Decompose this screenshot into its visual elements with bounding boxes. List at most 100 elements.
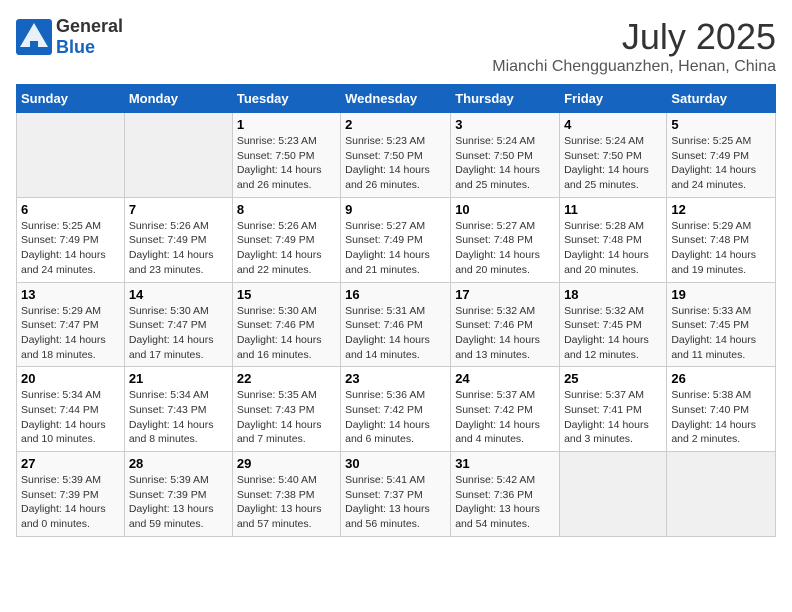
day-cell: 4 Sunrise: 5:24 AM Sunset: 7:50 PM Daylig… (560, 113, 667, 198)
day-cell: 26 Sunrise: 5:38 AM Sunset: 7:40 PM Dayli… (667, 367, 776, 452)
day-cell: 24Sunrise: 5:37 AM Sunset: 7:42 PM Dayli… (451, 367, 560, 452)
day-cell: 20 Sunrise: 5:34 AM Sunset: 7:44 PM Dayli… (17, 367, 125, 452)
logo-text: General Blue (56, 16, 123, 58)
day-cell (124, 113, 232, 198)
day-number: 27 (21, 456, 120, 471)
day-cell: 6Sunrise: 5:25 AM Sunset: 7:49 PM Daylig… (17, 197, 125, 282)
day-cell: 28 Sunrise: 5:39 AM Sunset: 7:39 PM Dayli… (124, 452, 232, 537)
month-year: July 2025 (492, 16, 776, 58)
day-cell: 16 Sunrise: 5:31 AM Sunset: 7:46 PM Dayli… (341, 282, 451, 367)
day-number: 15 (237, 287, 336, 302)
day-number: 10 (455, 202, 555, 217)
day-info: Sunrise: 5:41 AM Sunset: 7:37 PM Dayligh… (345, 473, 446, 532)
day-cell: 9 Sunrise: 5:27 AM Sunset: 7:49 PM Daylig… (341, 197, 451, 282)
day-cell: 18 Sunrise: 5:32 AM Sunset: 7:45 PM Dayli… (560, 282, 667, 367)
column-header-saturday: Saturday (667, 85, 776, 113)
logo-general: General (56, 16, 123, 36)
day-cell: 2 Sunrise: 5:23 AM Sunset: 7:50 PM Daylig… (341, 113, 451, 198)
day-info: Sunrise: 5:30 AM Sunset: 7:47 PM Dayligh… (129, 304, 228, 363)
day-number: 22 (237, 371, 336, 386)
location: Mianchi Chengguanzhen, Henan, China (492, 58, 776, 76)
day-cell: 23Sunrise: 5:36 AM Sunset: 7:42 PM Dayli… (341, 367, 451, 452)
day-info: Sunrise: 5:32 AM Sunset: 7:45 PM Dayligh… (564, 304, 662, 363)
page-header: General Blue July 2025 Mianchi Chengguan… (16, 16, 776, 76)
day-info: Sunrise: 5:27 AM Sunset: 7:48 PM Dayligh… (455, 219, 555, 278)
day-cell (17, 113, 125, 198)
day-info: Sunrise: 5:32 AM Sunset: 7:46 PM Dayligh… (455, 304, 555, 363)
day-cell: 13Sunrise: 5:29 AM Sunset: 7:47 PM Dayli… (17, 282, 125, 367)
day-number: 28 (129, 456, 228, 471)
logo: General Blue (16, 16, 123, 58)
column-header-friday: Friday (560, 85, 667, 113)
day-number: 4 (564, 117, 662, 132)
day-cell: 10 Sunrise: 5:27 AM Sunset: 7:48 PM Dayli… (451, 197, 560, 282)
day-info: Sunrise: 5:37 AM Sunset: 7:41 PM Dayligh… (564, 388, 662, 447)
day-number: 25 (564, 371, 662, 386)
day-number: 31 (455, 456, 555, 471)
column-header-sunday: Sunday (17, 85, 125, 113)
day-cell: 29Sunrise: 5:40 AM Sunset: 7:38 PM Dayli… (232, 452, 340, 537)
day-cell: 8 Sunrise: 5:26 AM Sunset: 7:49 PM Daylig… (232, 197, 340, 282)
day-number: 20 (21, 371, 120, 386)
column-header-wednesday: Wednesday (341, 85, 451, 113)
day-info: Sunrise: 5:24 AM Sunset: 7:50 PM Dayligh… (455, 134, 555, 193)
day-number: 9 (345, 202, 446, 217)
day-info: Sunrise: 5:24 AM Sunset: 7:50 PM Dayligh… (564, 134, 662, 193)
day-info: Sunrise: 5:35 AM Sunset: 7:43 PM Dayligh… (237, 388, 336, 447)
day-info: Sunrise: 5:23 AM Sunset: 7:50 PM Dayligh… (237, 134, 336, 193)
day-info: Sunrise: 5:39 AM Sunset: 7:39 PM Dayligh… (129, 473, 228, 532)
day-info: Sunrise: 5:34 AM Sunset: 7:44 PM Dayligh… (21, 388, 120, 447)
day-info: Sunrise: 5:40 AM Sunset: 7:38 PM Dayligh… (237, 473, 336, 532)
day-number: 6 (21, 202, 120, 217)
day-cell (560, 452, 667, 537)
calendar-header-row: SundayMondayTuesdayWednesdayThursdayFrid… (17, 85, 776, 113)
day-info: Sunrise: 5:29 AM Sunset: 7:48 PM Dayligh… (671, 219, 771, 278)
day-number: 21 (129, 371, 228, 386)
day-number: 24 (455, 371, 555, 386)
week-row-1: 1Sunrise: 5:23 AM Sunset: 7:50 PM Daylig… (17, 113, 776, 198)
day-cell: 1Sunrise: 5:23 AM Sunset: 7:50 PM Daylig… (232, 113, 340, 198)
day-info: Sunrise: 5:30 AM Sunset: 7:46 PM Dayligh… (237, 304, 336, 363)
week-row-4: 20 Sunrise: 5:34 AM Sunset: 7:44 PM Dayli… (17, 367, 776, 452)
calendar-table: SundayMondayTuesdayWednesdayThursdayFrid… (16, 84, 776, 537)
day-info: Sunrise: 5:39 AM Sunset: 7:39 PM Dayligh… (21, 473, 120, 532)
day-cell: 30 Sunrise: 5:41 AM Sunset: 7:37 PM Dayli… (341, 452, 451, 537)
day-info: Sunrise: 5:23 AM Sunset: 7:50 PM Dayligh… (345, 134, 446, 193)
day-number: 16 (345, 287, 446, 302)
column-header-monday: Monday (124, 85, 232, 113)
day-number: 13 (21, 287, 120, 302)
day-info: Sunrise: 5:36 AM Sunset: 7:42 PM Dayligh… (345, 388, 446, 447)
day-info: Sunrise: 5:33 AM Sunset: 7:45 PM Dayligh… (671, 304, 771, 363)
day-number: 14 (129, 287, 228, 302)
day-number: 7 (129, 202, 228, 217)
day-info: Sunrise: 5:25 AM Sunset: 7:49 PM Dayligh… (671, 134, 771, 193)
day-info: Sunrise: 5:34 AM Sunset: 7:43 PM Dayligh… (129, 388, 228, 447)
day-info: Sunrise: 5:31 AM Sunset: 7:46 PM Dayligh… (345, 304, 446, 363)
day-number: 8 (237, 202, 336, 217)
day-cell: 3 Sunrise: 5:24 AM Sunset: 7:50 PM Daylig… (451, 113, 560, 198)
logo-blue: Blue (56, 37, 95, 57)
day-number: 18 (564, 287, 662, 302)
day-number: 26 (671, 371, 771, 386)
week-row-5: 27 Sunrise: 5:39 AM Sunset: 7:39 PM Dayli… (17, 452, 776, 537)
day-cell: 11Sunrise: 5:28 AM Sunset: 7:48 PM Dayli… (560, 197, 667, 282)
day-number: 19 (671, 287, 771, 302)
day-number: 5 (671, 117, 771, 132)
day-cell: 19 Sunrise: 5:33 AM Sunset: 7:45 PM Dayli… (667, 282, 776, 367)
day-number: 30 (345, 456, 446, 471)
day-info: Sunrise: 5:26 AM Sunset: 7:49 PM Dayligh… (237, 219, 336, 278)
day-number: 2 (345, 117, 446, 132)
day-info: Sunrise: 5:38 AM Sunset: 7:40 PM Dayligh… (671, 388, 771, 447)
day-cell: 15 Sunrise: 5:30 AM Sunset: 7:46 PM Dayli… (232, 282, 340, 367)
day-cell: 17Sunrise: 5:32 AM Sunset: 7:46 PM Dayli… (451, 282, 560, 367)
day-info: Sunrise: 5:26 AM Sunset: 7:49 PM Dayligh… (129, 219, 228, 278)
day-number: 3 (455, 117, 555, 132)
day-cell: 14 Sunrise: 5:30 AM Sunset: 7:47 PM Dayli… (124, 282, 232, 367)
day-cell: 7 Sunrise: 5:26 AM Sunset: 7:49 PM Daylig… (124, 197, 232, 282)
day-cell: 31 Sunrise: 5:42 AM Sunset: 7:36 PM Dayli… (451, 452, 560, 537)
day-info: Sunrise: 5:27 AM Sunset: 7:49 PM Dayligh… (345, 219, 446, 278)
day-number: 11 (564, 202, 662, 217)
day-info: Sunrise: 5:42 AM Sunset: 7:36 PM Dayligh… (455, 473, 555, 532)
day-cell: 21 Sunrise: 5:34 AM Sunset: 7:43 PM Dayli… (124, 367, 232, 452)
day-cell: 5 Sunrise: 5:25 AM Sunset: 7:49 PM Daylig… (667, 113, 776, 198)
